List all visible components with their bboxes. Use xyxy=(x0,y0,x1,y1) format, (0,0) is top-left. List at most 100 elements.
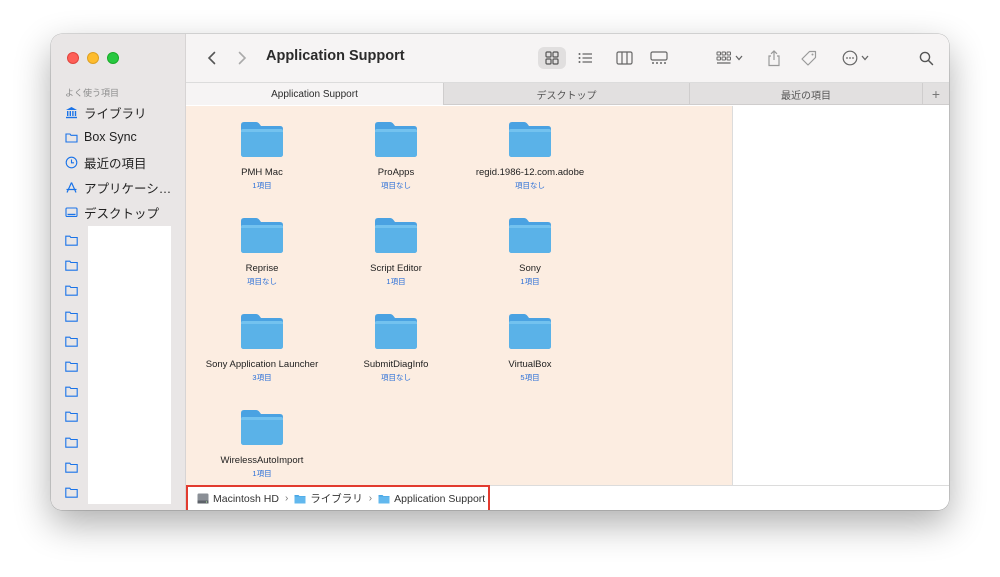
folder-icon xyxy=(375,218,417,253)
back-button[interactable] xyxy=(204,47,220,69)
share-button[interactable] xyxy=(764,47,784,69)
list-icon xyxy=(578,53,592,63)
folder-icon[interactable] xyxy=(65,460,78,473)
folder-item[interactable]: VirtualBox 5項目 xyxy=(465,312,595,383)
chevron-right-icon xyxy=(238,51,247,65)
folder-icon[interactable] xyxy=(65,334,78,347)
forward-button[interactable] xyxy=(234,47,250,69)
folder-icon[interactable] xyxy=(65,309,78,322)
folder-icon xyxy=(241,410,283,445)
tag-icon xyxy=(800,50,816,66)
redacted-area xyxy=(88,226,171,504)
chevron-down-icon xyxy=(735,55,742,61)
group-icon xyxy=(716,51,731,64)
folder-icon[interactable] xyxy=(65,283,78,297)
path-segment-library[interactable]: ライブラリ xyxy=(310,491,363,506)
folder-name: Sony Application Launcher xyxy=(205,359,319,370)
sidebar-item-recents[interactable]: 最近の項目 xyxy=(65,152,147,172)
path-segment-macintosh-hd[interactable]: Macintosh HD xyxy=(213,493,279,505)
column-view-button[interactable] xyxy=(612,47,636,69)
preview-pane xyxy=(732,106,949,485)
folder-icon xyxy=(294,493,306,504)
tag-button[interactable] xyxy=(798,47,818,69)
folder-item[interactable]: SubmitDiagInfo 項目なし xyxy=(331,312,461,383)
folder-item[interactable]: Reprise 項目なし xyxy=(197,216,327,287)
columns-icon xyxy=(615,51,633,65)
folder-name: Script Editor xyxy=(370,263,422,274)
folder-icon[interactable] xyxy=(65,359,78,372)
sidebar-item-box-sync[interactable]: Box Sync xyxy=(65,127,137,147)
folder-icon[interactable] xyxy=(65,485,78,498)
icon-view-button[interactable] xyxy=(538,47,566,69)
folder-item-count: 項目なし xyxy=(381,373,411,382)
close-button[interactable] xyxy=(67,52,79,64)
folder-icon[interactable] xyxy=(65,233,78,246)
folder-name: regid.1986-12.com.adobe xyxy=(475,167,585,178)
sidebar: よく使う項目 ライブラリ Box Sync 最近の項目 アプリケーシ… デスクト… xyxy=(51,34,186,510)
more-actions-button[interactable] xyxy=(838,47,872,69)
folder-item-count: 1項目 xyxy=(520,277,540,286)
chevron-down-icon xyxy=(861,55,868,61)
folder-item[interactable]: regid.1986-12.com.adobe 項目なし xyxy=(465,120,595,191)
chevron-left-icon xyxy=(207,51,216,65)
folder-icon[interactable] xyxy=(65,435,78,448)
folder-item[interactable]: ProApps 項目なし xyxy=(331,120,461,191)
path-segment-application-support[interactable]: Application Support xyxy=(394,493,485,505)
path-bar-highlight: Macintosh HD › ライブラリ › Application Suppo… xyxy=(186,485,490,510)
tab-recents[interactable]: 最近の項目 xyxy=(690,83,923,105)
folder-icon[interactable] xyxy=(65,258,78,271)
toolbar: Application Support xyxy=(186,34,949,83)
folder-item[interactable]: Sony 1項目 xyxy=(465,216,595,287)
sidebar-item-label: デスクトップ xyxy=(84,206,160,221)
share-icon xyxy=(768,49,780,66)
sidebar-item-desktop[interactable]: デスクトップ xyxy=(65,202,159,222)
folder-name: WirelessAutoImport xyxy=(220,455,304,466)
grid-icon xyxy=(545,51,559,65)
folder-item[interactable]: PMH Mac 1項目 xyxy=(197,120,327,191)
folder-item[interactable]: Sony Application Launcher 3項目 xyxy=(197,312,327,383)
path-bar: Macintosh HD › ライブラリ › Application Suppo… xyxy=(186,485,949,510)
clock-icon xyxy=(65,156,78,169)
gallery-view-button[interactable] xyxy=(646,47,672,69)
search-button[interactable] xyxy=(916,47,936,69)
sidebar-item-applications[interactable]: アプリケーシ… xyxy=(65,177,171,197)
folder-item[interactable]: Script Editor 1項目 xyxy=(331,216,461,287)
add-tab-button[interactable]: + xyxy=(923,83,949,105)
tab-desktop[interactable]: デスクトップ xyxy=(444,83,690,105)
folder-icon xyxy=(375,122,417,157)
sidebar-item-label: アプリケーシ… xyxy=(84,181,172,196)
hard-drive-icon xyxy=(197,493,209,504)
folder-icon[interactable] xyxy=(65,384,78,397)
file-grid: PMH Mac 1項目 ProApps 項目なし regid.1986-12.com.a… xyxy=(186,106,732,485)
apps-icon xyxy=(65,181,78,194)
group-button[interactable] xyxy=(712,47,746,69)
sidebar-item-library[interactable]: ライブラリ xyxy=(65,102,147,122)
folder-icon xyxy=(509,314,551,349)
folder-name: PMH Mac xyxy=(241,167,283,178)
folder-name: Sony xyxy=(519,263,541,274)
folder-icon xyxy=(241,314,283,349)
folder-item-count: 1項目 xyxy=(386,277,406,286)
folder-item-count: 項目なし xyxy=(381,181,411,190)
search-icon xyxy=(919,51,933,65)
folder-item-count: 1項目 xyxy=(252,469,272,478)
folder-item-count: 3項目 xyxy=(252,373,272,382)
folder-icon[interactable] xyxy=(65,409,78,423)
finder-window: よく使う項目 ライブラリ Box Sync 最近の項目 アプリケーシ… デスクト… xyxy=(51,34,949,510)
zoom-button[interactable] xyxy=(107,52,119,64)
list-view-button[interactable] xyxy=(573,47,597,69)
folder-icon xyxy=(509,122,551,157)
path-separator: › xyxy=(284,493,289,504)
gallery-icon xyxy=(650,51,668,64)
sidebar-heading: よく使う項目 xyxy=(65,88,120,98)
library-icon xyxy=(65,106,78,119)
path-separator: › xyxy=(368,493,373,504)
folder-icon xyxy=(241,218,283,253)
minimize-button[interactable] xyxy=(87,52,99,64)
folder-icon xyxy=(241,122,283,157)
folder-name: VirtualBox xyxy=(508,359,552,370)
tab-application-support[interactable]: Application Support xyxy=(186,83,444,105)
folder-name: ProApps xyxy=(377,167,415,178)
folder-item[interactable]: WirelessAutoImport 1項目 xyxy=(197,408,327,479)
folder-item-count: 項目なし xyxy=(247,277,277,286)
